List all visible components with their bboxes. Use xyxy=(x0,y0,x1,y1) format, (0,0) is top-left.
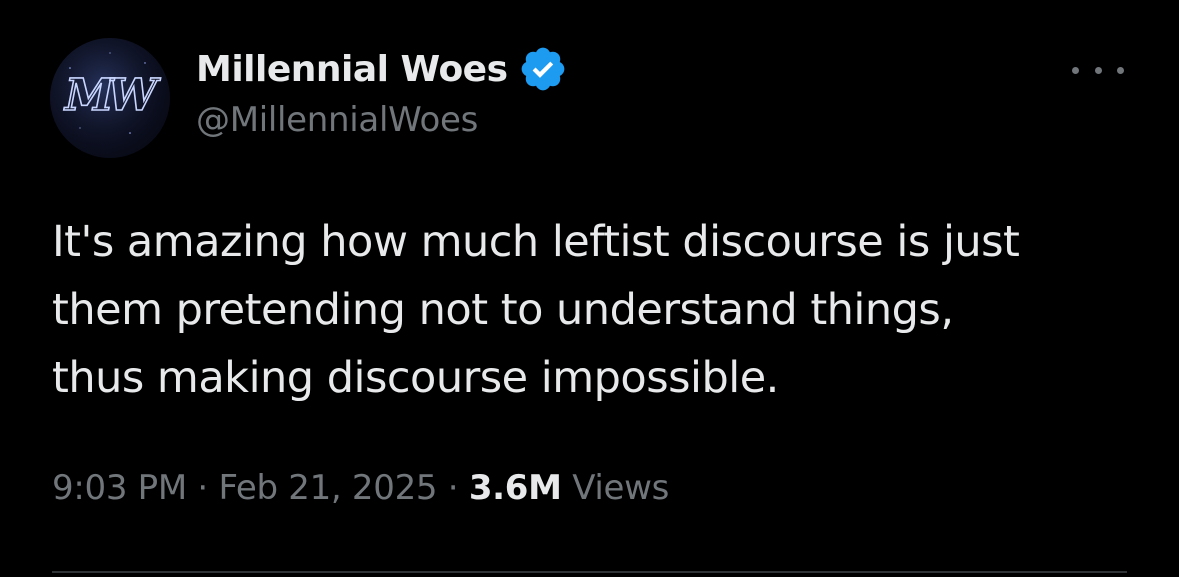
svg-text:MW: MW xyxy=(63,70,162,121)
more-options-icon[interactable] xyxy=(1072,56,1124,84)
tweet-metadata: 9:03 PM · Feb 21, 2025 · 3.6M Views xyxy=(52,468,669,508)
more-dot xyxy=(1117,66,1124,74)
more-dot xyxy=(1094,66,1102,74)
tweet-card: MW Millennial Woes @MillennialWoes It's … xyxy=(0,0,1179,577)
views-label[interactable]: Views xyxy=(572,468,669,508)
avatar[interactable]: MW xyxy=(50,38,170,158)
tweet-text: It's amazing how much leftist discourse … xyxy=(52,217,1020,403)
author-info: Millennial Woes @MillennialWoes xyxy=(196,40,568,140)
user-handle[interactable]: @MillennialWoes xyxy=(196,100,568,140)
more-dot xyxy=(1072,66,1079,74)
verified-badge-icon[interactable] xyxy=(518,44,568,94)
meta-separator: · xyxy=(447,468,459,508)
meta-separator: · xyxy=(197,468,208,508)
avatar-logo-icon: MW xyxy=(50,38,170,158)
tweet-date[interactable]: Feb 21, 2025 xyxy=(218,468,437,508)
name-row: Millennial Woes xyxy=(196,40,568,98)
divider xyxy=(52,571,1127,573)
display-name[interactable]: Millennial Woes xyxy=(196,49,508,90)
views-count[interactable]: 3.6M xyxy=(469,468,562,508)
tweet-time[interactable]: 9:03 PM xyxy=(52,468,187,508)
